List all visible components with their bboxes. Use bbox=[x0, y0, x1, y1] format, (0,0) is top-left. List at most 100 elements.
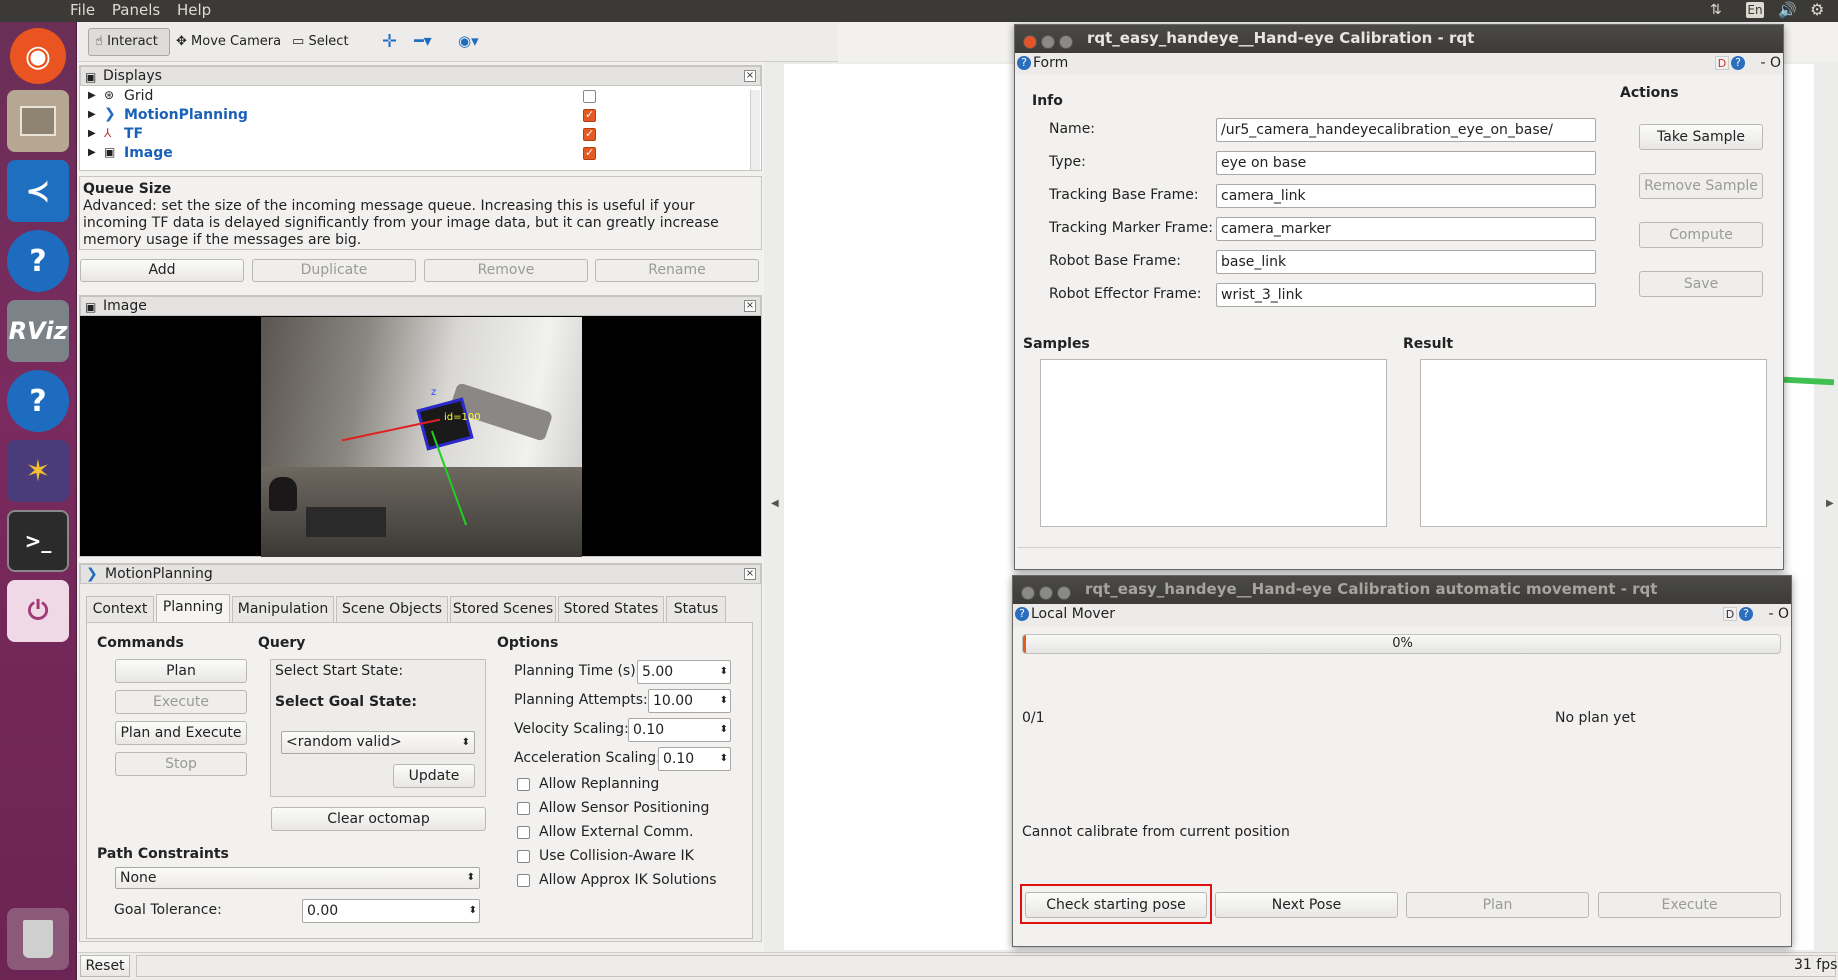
add-button[interactable]: Add bbox=[80, 259, 244, 282]
spin-arrows-icon[interactable]: ⬍ bbox=[720, 719, 728, 741]
trash-icon[interactable] bbox=[7, 908, 69, 970]
name-field[interactable]: /ur5_camera_handeyecalibration_eye_on_ba… bbox=[1216, 118, 1596, 142]
terminal-icon[interactable]: >_ bbox=[7, 510, 69, 572]
tab-stored-states[interactable]: Stored States bbox=[558, 596, 664, 622]
plan-button[interactable]: Plan bbox=[1406, 892, 1589, 918]
plan-and-execute-button[interactable]: Plan and Execute bbox=[115, 721, 247, 745]
tab-scene-objects[interactable]: Scene Objects bbox=[336, 596, 448, 622]
maximize-icon[interactable] bbox=[1059, 35, 1073, 49]
minimize-icon[interactable] bbox=[1041, 35, 1055, 49]
save-button[interactable]: Save bbox=[1639, 271, 1763, 297]
mover-title-bar[interactable]: rqt_easy_handeye__Hand-eye Calibration a… bbox=[1013, 576, 1791, 604]
planning-time-input[interactable]: 5.00 ⬍ bbox=[637, 660, 731, 684]
display-item-image[interactable]: Image bbox=[124, 145, 173, 161]
tracking-base-frame-field[interactable]: camera_link bbox=[1216, 184, 1596, 208]
menu-help[interactable]: Help bbox=[177, 1, 211, 19]
calibration-title-bar[interactable]: rqt_easy_handeye__Hand-eye Calibration -… bbox=[1015, 25, 1783, 53]
help-icon[interactable]: ? bbox=[1015, 607, 1029, 621]
expand-arrow-icon[interactable]: ▶ bbox=[88, 109, 96, 120]
compute-button[interactable]: Compute bbox=[1639, 222, 1763, 248]
gear-icon[interactable]: ⚙ bbox=[1810, 0, 1824, 19]
add-tool-icon[interactable]: ✛ bbox=[382, 31, 397, 52]
reset-button[interactable]: Reset bbox=[80, 955, 130, 977]
interact-tool[interactable]: ☝ Interact bbox=[88, 28, 170, 56]
spin-arrows-icon[interactable]: ⬍ bbox=[469, 900, 477, 922]
close-icon[interactable]: × bbox=[744, 300, 756, 312]
expand-arrow-icon[interactable]: ▶ bbox=[88, 90, 96, 101]
remove-button[interactable]: Remove bbox=[424, 259, 588, 282]
take-sample-button[interactable]: Take Sample bbox=[1639, 124, 1763, 150]
type-field[interactable]: eye on base bbox=[1216, 151, 1596, 175]
power-icon[interactable]: ⏻ bbox=[7, 580, 69, 642]
execute-button[interactable]: Execute bbox=[1598, 892, 1781, 918]
network-icon[interactable]: ⇅ bbox=[1710, 2, 1722, 18]
files-icon[interactable] bbox=[7, 90, 69, 152]
remove-sample-button[interactable]: Remove Sample bbox=[1639, 173, 1763, 199]
select-tool[interactable]: ▭ Select bbox=[292, 34, 349, 49]
tracking-marker-frame-field[interactable]: camera_marker bbox=[1216, 217, 1596, 241]
select-goal-state[interactable]: Select Goal State: bbox=[275, 694, 417, 710]
spin-arrows-icon[interactable]: ⬍ bbox=[720, 661, 728, 683]
plugin-window-controls[interactable]: - O bbox=[1768, 606, 1789, 622]
grid-checkbox[interactable] bbox=[583, 90, 596, 103]
keyboard-layout[interactable]: En bbox=[1746, 2, 1764, 18]
debug-icon[interactable]: D bbox=[1723, 607, 1737, 621]
help-icon[interactable]: ? bbox=[1731, 56, 1745, 70]
collapse-left-icon[interactable]: ◀ bbox=[771, 498, 779, 509]
rviz-icon[interactable]: RViz bbox=[7, 300, 69, 362]
tab-stored-scenes[interactable]: Stored Scenes bbox=[450, 596, 556, 622]
close-icon[interactable]: × bbox=[744, 568, 756, 580]
help-icon-2[interactable]: ? bbox=[7, 370, 69, 432]
minimize-icon[interactable] bbox=[1039, 586, 1053, 600]
allow-replanning-checkbox[interactable] bbox=[517, 778, 530, 791]
spin-arrows-icon[interactable]: ⬍ bbox=[720, 748, 728, 770]
remove-tool-icon[interactable]: ━▾ bbox=[414, 31, 432, 50]
close-icon[interactable] bbox=[1021, 586, 1035, 600]
menu-file[interactable]: File bbox=[70, 1, 95, 19]
robot-effector-frame-field[interactable]: wrist_3_link bbox=[1216, 283, 1596, 307]
expand-arrow-icon[interactable]: ▶ bbox=[88, 128, 96, 139]
collapse-right-icon[interactable]: ▶ bbox=[1826, 498, 1834, 509]
goal-state-select[interactable]: <random valid> ⬍ bbox=[281, 731, 475, 754]
samples-list[interactable] bbox=[1040, 359, 1387, 527]
moveit-icon[interactable]: ✶ bbox=[7, 440, 69, 502]
move-camera-tool[interactable]: ✥ Move Camera bbox=[176, 34, 281, 49]
velocity-input[interactable]: 0.10 ⬍ bbox=[628, 718, 731, 742]
tab-manipulation[interactable]: Manipulation bbox=[232, 596, 334, 622]
volume-icon[interactable]: 🔊 bbox=[1778, 1, 1797, 19]
help-icon[interactable]: ? bbox=[1017, 56, 1031, 70]
tab-planning[interactable]: Planning bbox=[156, 594, 230, 622]
execute-button[interactable]: Execute bbox=[115, 690, 247, 714]
stop-button[interactable]: Stop bbox=[115, 752, 247, 776]
plan-button[interactable]: Plan bbox=[115, 659, 247, 683]
close-icon[interactable] bbox=[1023, 35, 1037, 49]
tf-checkbox[interactable] bbox=[583, 127, 596, 141]
motionplanning-checkbox[interactable] bbox=[583, 108, 596, 122]
approx-ik-checkbox[interactable] bbox=[517, 874, 530, 887]
tab-context[interactable]: Context bbox=[86, 596, 154, 622]
next-pose-button[interactable]: Next Pose bbox=[1215, 892, 1398, 918]
allow-sensor-positioning-checkbox[interactable] bbox=[517, 802, 530, 815]
help-icon[interactable]: ? bbox=[7, 230, 69, 292]
display-item-motionplanning[interactable]: MotionPlanning bbox=[124, 107, 248, 123]
plugin-window-controls[interactable]: - O bbox=[1760, 55, 1781, 71]
ubuntu-logo-icon[interactable]: ◉ bbox=[10, 28, 66, 84]
display-item-grid[interactable]: Grid bbox=[124, 88, 153, 104]
spin-arrows-icon[interactable]: ⬍ bbox=[720, 690, 728, 712]
expand-arrow-icon[interactable]: ▶ bbox=[88, 147, 96, 158]
rename-button[interactable]: Rename bbox=[595, 259, 759, 282]
planning-attempts-input[interactable]: 10.00 ⬍ bbox=[648, 689, 731, 713]
update-button[interactable]: Update bbox=[393, 764, 475, 788]
goal-tolerance-input[interactable]: 0.00 ⬍ bbox=[302, 899, 480, 923]
debug-icon[interactable]: D bbox=[1715, 56, 1729, 70]
image-checkbox[interactable] bbox=[583, 146, 596, 160]
help-icon[interactable]: ? bbox=[1739, 607, 1753, 621]
tab-status[interactable]: Status bbox=[666, 596, 726, 622]
display-item-tf[interactable]: TF bbox=[124, 126, 143, 142]
robot-base-frame-field[interactable]: base_link bbox=[1216, 250, 1596, 274]
clear-octomap-button[interactable]: Clear octomap bbox=[271, 807, 486, 831]
vscode-icon[interactable]: ≺ bbox=[7, 160, 69, 222]
path-constraints-select[interactable]: None ⬍ bbox=[115, 867, 480, 889]
select-start-state[interactable]: Select Start State: bbox=[275, 663, 403, 679]
duplicate-button[interactable]: Duplicate bbox=[252, 259, 416, 282]
